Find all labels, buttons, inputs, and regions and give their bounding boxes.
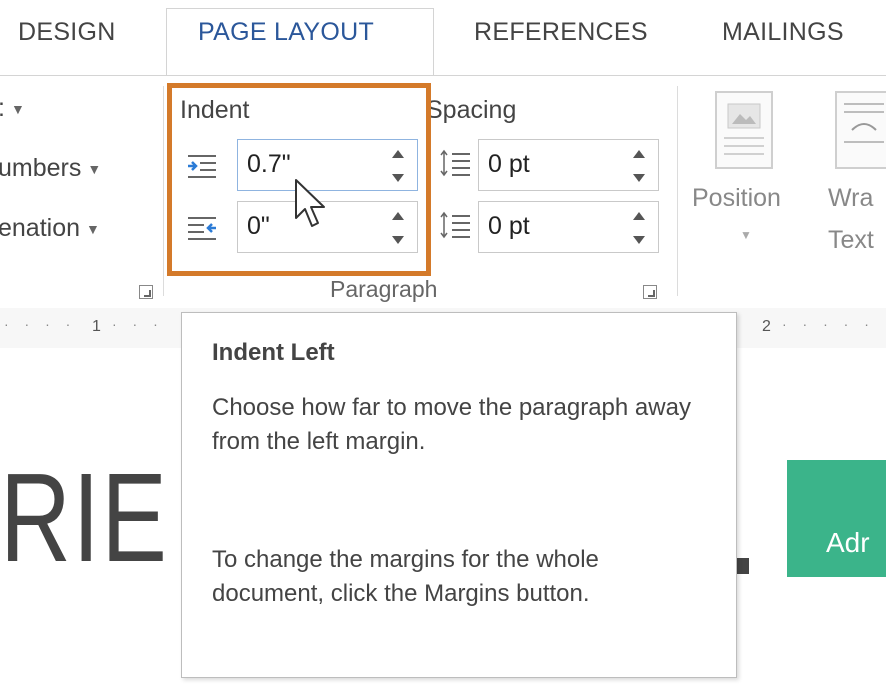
ribbon: :▼ umbers▼ enation▼ Indent Spacing 0.7" … bbox=[0, 75, 886, 309]
ruler-ticks: · · · bbox=[112, 316, 164, 332]
tab-design[interactable]: DESIGN bbox=[18, 18, 116, 47]
paragraph-group-label: Paragraph bbox=[330, 276, 438, 302]
tooltip-description: Choose how far to move the paragraph awa… bbox=[212, 394, 691, 455]
green-button-label: Adr bbox=[826, 527, 870, 558]
row2-label: umbers bbox=[0, 154, 82, 182]
ruler-mark-2: 2 bbox=[762, 318, 771, 335]
indent-left-tooltip: Indent Left Choose how far to move the p… bbox=[181, 312, 737, 678]
group-separator bbox=[163, 86, 164, 296]
spinner-arrows[interactable] bbox=[630, 208, 646, 248]
spacing-heading: Spacing bbox=[426, 96, 517, 124]
position-icon bbox=[715, 91, 773, 169]
ruler-ticks: · · · · · bbox=[782, 316, 875, 332]
green-button-shape bbox=[787, 460, 886, 577]
ruler-ticks: · · · · bbox=[4, 316, 77, 332]
spacing-after-spinner[interactable]: 0 pt bbox=[478, 201, 659, 253]
line-numbers-partial[interactable]: :▼ bbox=[0, 94, 25, 123]
wrap-text-icon bbox=[835, 91, 886, 169]
spin-up-icon[interactable] bbox=[633, 150, 645, 158]
spacing-after-value[interactable]: 0 pt bbox=[488, 212, 530, 241]
spinner-arrows[interactable] bbox=[630, 146, 646, 186]
mouse-pointer-icon bbox=[295, 179, 325, 227]
position-button[interactable]: Position bbox=[692, 184, 781, 213]
chevron-down-icon: ▼ bbox=[86, 221, 100, 238]
line-numbers-button[interactable]: umbers ▼ bbox=[0, 154, 101, 183]
tooltip-title: Indent Left bbox=[212, 339, 335, 366]
spacing-before-spinner[interactable]: 0 pt bbox=[478, 139, 659, 191]
spin-down-icon[interactable] bbox=[633, 174, 645, 182]
chevron-down-icon: ▼ bbox=[10, 101, 25, 118]
spin-down-icon[interactable] bbox=[633, 236, 645, 244]
spin-up-icon[interactable] bbox=[633, 212, 645, 220]
spacing-after-icon bbox=[440, 211, 470, 239]
paragraph-launcher-icon[interactable] bbox=[643, 285, 657, 299]
tab-page-layout[interactable]: PAGE LAYOUT bbox=[198, 18, 374, 47]
row1-label: : bbox=[0, 94, 5, 122]
chevron-down-icon: ▼ bbox=[87, 161, 102, 178]
spacing-before-value[interactable]: 0 pt bbox=[488, 150, 530, 179]
group-separator bbox=[677, 86, 678, 296]
page-setup-launcher-icon[interactable] bbox=[139, 285, 153, 299]
chevron-down-icon: ▼ bbox=[740, 228, 752, 242]
wrap-text-label-1[interactable]: Wra bbox=[828, 184, 873, 213]
tab-mailings[interactable]: MAILINGS bbox=[722, 18, 844, 47]
ribbon-tab-bar: DESIGN PAGE LAYOUT REFERENCES MAILINGS bbox=[0, 0, 886, 85]
tab-references[interactable]: REFERENCES bbox=[474, 18, 648, 47]
document-heading: RIE bbox=[0, 447, 169, 588]
row3-label: enation bbox=[0, 214, 81, 242]
tooltip-hint: To change the margins for the whole docu… bbox=[212, 546, 599, 607]
ruler-mark-1: 1 bbox=[92, 318, 101, 335]
spacing-before-icon bbox=[440, 149, 470, 177]
wrap-text-label-2[interactable]: Text bbox=[828, 226, 874, 255]
hyphenation-button[interactable]: enation ▼ bbox=[0, 214, 100, 243]
